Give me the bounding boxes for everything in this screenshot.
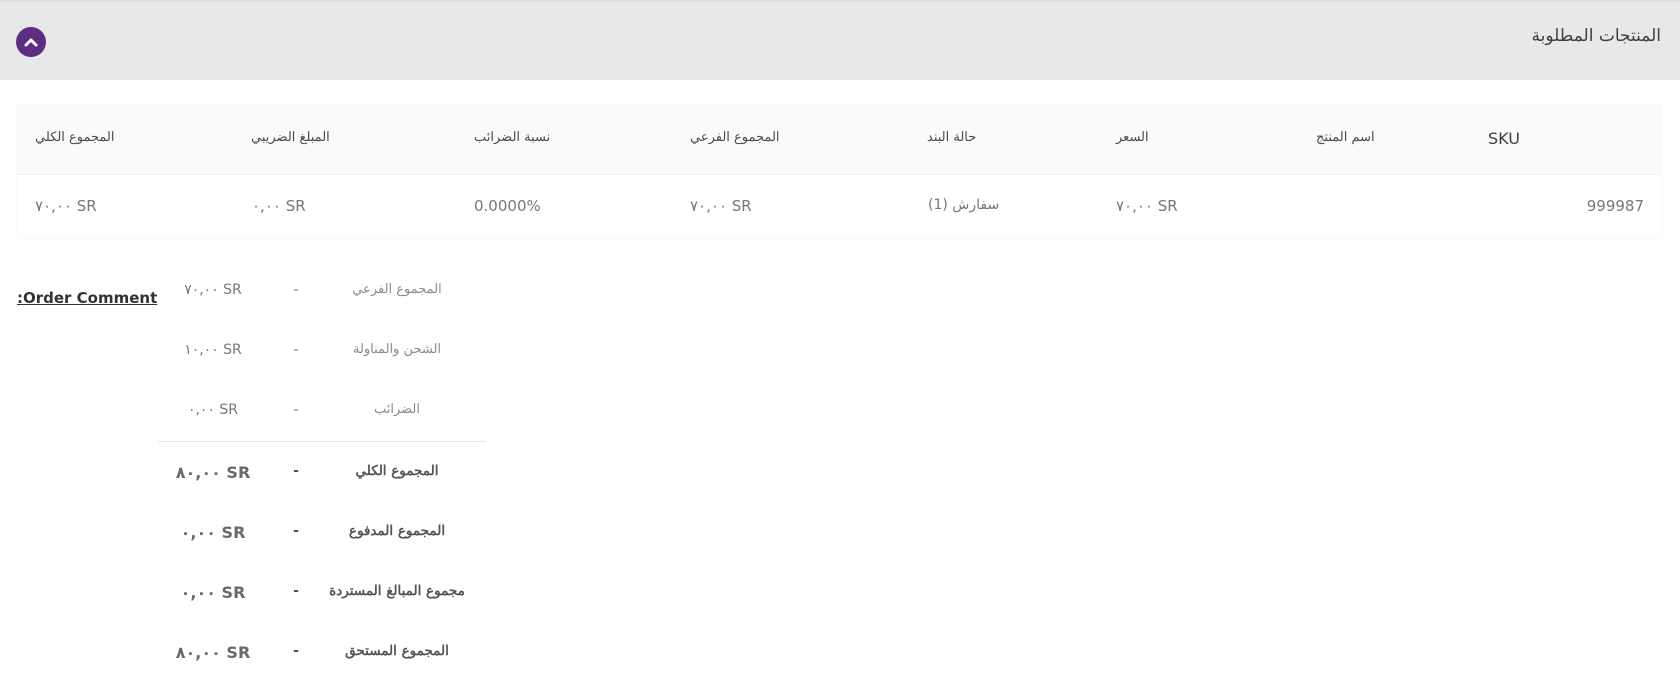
totals-value: ١٠,٠٠ SR bbox=[184, 342, 242, 358]
items-table: SKU اسم المنتج السعر حالة البند المجموع … bbox=[17, 104, 1661, 239]
totals-separator: - bbox=[293, 463, 299, 479]
totals-value: ٧٠,٠٠ SR bbox=[184, 282, 242, 298]
totals-label: المجموع المستحق bbox=[345, 643, 449, 659]
cell-tax-percent: 0.0000% bbox=[474, 197, 541, 215]
header-subtotal: المجموع الفرعي bbox=[690, 130, 780, 145]
header-tax-amount: المبلغ الضريبي bbox=[251, 130, 330, 145]
totals-label: مجموع المبالغ المستردة bbox=[329, 583, 465, 599]
table-header-row: SKU اسم المنتج السعر حالة البند المجموع … bbox=[17, 104, 1661, 174]
cell-item-status: (1) سفارش bbox=[928, 197, 1000, 213]
totals-separator: - bbox=[293, 523, 299, 539]
totals-value: ٠,٠٠ SR bbox=[180, 583, 246, 602]
totals-separator: - bbox=[293, 583, 299, 599]
totals-row-tax: ٠,٠٠ SR - الضرائب bbox=[158, 402, 486, 442]
totals-row-paid: ٠,٠٠ SR - المجموع المدفوع bbox=[158, 523, 486, 563]
header-item-status: حالة البند bbox=[927, 130, 977, 145]
header-product-name: اسم المنتج bbox=[1316, 130, 1375, 145]
cell-price: ٧٠,٠٠ SR bbox=[1116, 197, 1178, 215]
totals-separator: - bbox=[293, 643, 299, 659]
totals-row-shipping: ١٠,٠٠ SR - الشحن والمناولة bbox=[158, 342, 486, 382]
totals-label: الضرائب bbox=[373, 402, 420, 417]
totals-value: ٨٠,٠٠ SR bbox=[175, 643, 251, 662]
totals-separator: - bbox=[293, 342, 299, 358]
totals-value: ٨٠,٠٠ SR bbox=[175, 463, 251, 482]
section-title: المنتجات المطلوبة bbox=[1531, 26, 1661, 46]
section-header: المنتجات المطلوبة bbox=[0, 0, 1680, 80]
header-sku: SKU bbox=[1488, 129, 1520, 148]
totals-row-subtotal: ٧٠,٠٠ SR - المجموع الفرعي bbox=[158, 282, 486, 322]
totals-label: المجموع الفرعي bbox=[352, 282, 442, 297]
cell-subtotal: ٧٠,٠٠ SR bbox=[690, 197, 752, 215]
header-row-total: المجموع الكلي bbox=[35, 130, 115, 145]
cell-sku: 999987 bbox=[1586, 197, 1644, 215]
totals-label: المجموع الكلي bbox=[355, 463, 439, 479]
totals-label: الشحن والمناولة bbox=[352, 342, 442, 357]
chevron-up-icon bbox=[24, 38, 38, 47]
table-row: 999987 ٧٠,٠٠ SR (1) سفارش ٧٠,٠٠ SR 0.000… bbox=[17, 174, 1661, 239]
cell-tax-amount: ٠,٠٠ SR bbox=[252, 197, 306, 215]
cell-row-total: ٧٠,٠٠ SR bbox=[35, 197, 97, 215]
header-price: السعر bbox=[1116, 130, 1149, 145]
totals-row-due: ٨٠,٠٠ SR - المجموع المستحق bbox=[158, 643, 486, 683]
totals-divider bbox=[158, 441, 486, 442]
totals-separator: - bbox=[293, 282, 299, 298]
header-tax-percent: نسبة الضرائب bbox=[474, 130, 551, 145]
totals-row-grand-total: ٨٠,٠٠ SR - المجموع الكلي bbox=[158, 463, 486, 503]
totals-label: المجموع المدفوع bbox=[348, 523, 446, 539]
collapse-button[interactable] bbox=[16, 27, 46, 57]
totals-separator: - bbox=[293, 402, 299, 418]
order-comment-label: :Order Comment bbox=[17, 289, 158, 307]
totals-value: ٠,٠٠ SR bbox=[180, 523, 246, 542]
totals-row-refunded: ٠,٠٠ SR - مجموع المبالغ المستردة bbox=[158, 583, 486, 623]
totals-value: ٠,٠٠ SR bbox=[187, 402, 239, 418]
